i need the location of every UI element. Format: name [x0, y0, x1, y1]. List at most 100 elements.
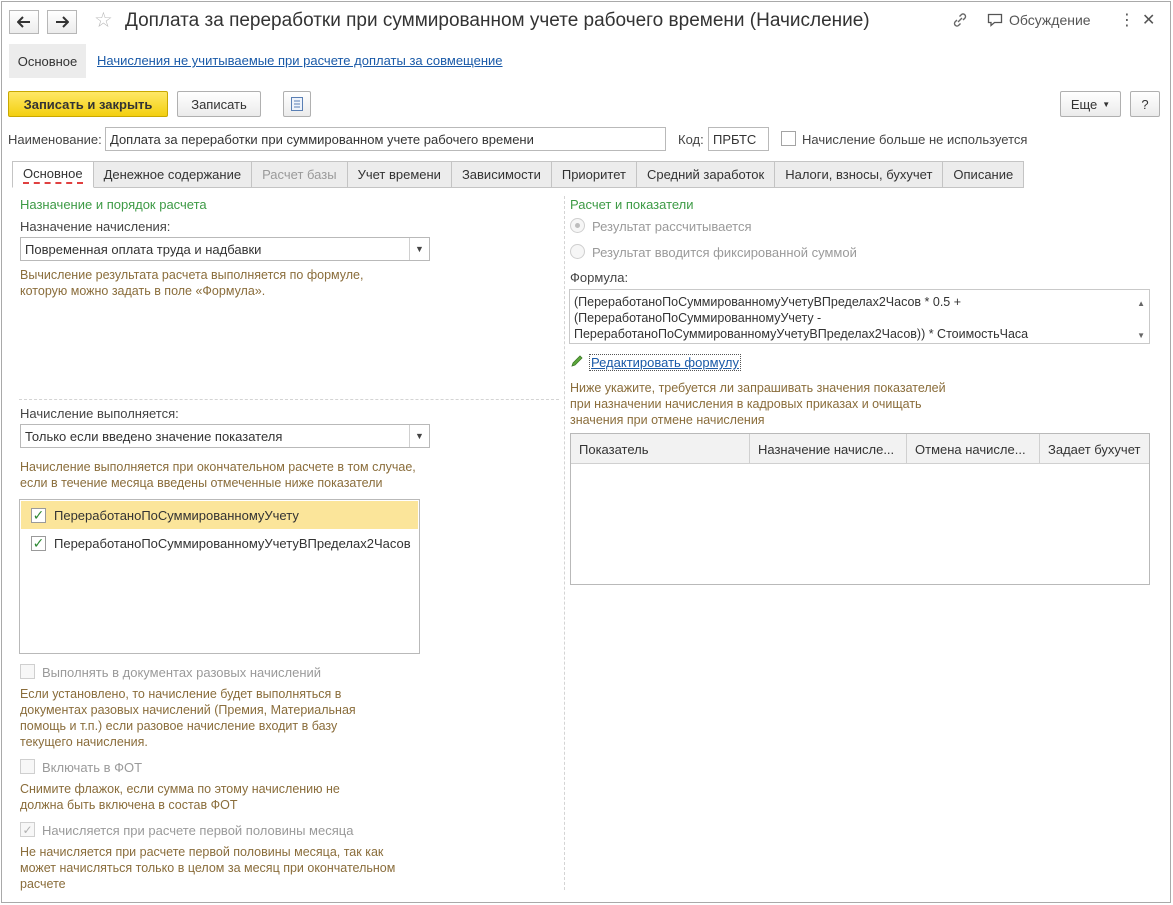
purpose-note-line: Вычисление результата расчета выполняетс…: [20, 268, 364, 282]
more-menu-button[interactable]: Еще ▼: [1060, 91, 1121, 117]
purpose-note: Вычисление результата расчета выполняетс…: [20, 267, 363, 299]
executed-note: Начисление выполняется при окончательном…: [20, 459, 416, 491]
tab-taxes[interactable]: Налоги, взносы, бухучет: [775, 161, 944, 188]
column-header-indicator[interactable]: Показатель: [571, 434, 750, 464]
radio-fixed: [570, 244, 585, 259]
executed-label: Начисление выполняется:: [20, 406, 179, 421]
document-list-icon: [291, 97, 303, 111]
executed-note-line: Начисление выполняется при окончательном…: [20, 460, 416, 474]
code-label: Код:: [678, 132, 704, 147]
dropdown-arrow-icon[interactable]: ▼: [409, 238, 429, 260]
caret-down-icon: ▼: [1102, 99, 1111, 109]
arrow-left-icon: [17, 16, 30, 28]
one-time-note-line: документах разовых начислений (Премия, М…: [20, 703, 356, 717]
tab-dependencies[interactable]: Зависимости: [451, 161, 552, 188]
speech-bubble-icon: [987, 13, 1003, 27]
close-icon[interactable]: ✕: [1142, 10, 1155, 30]
request-note: Ниже укажите, требуется ли запрашивать з…: [570, 380, 946, 428]
scroll-up-icon[interactable]: ▲: [1137, 296, 1145, 312]
link-button[interactable]: [952, 12, 968, 28]
tab-average-earnings[interactable]: Средний заработок: [636, 161, 776, 188]
formula-line: (ПереработаноПоСуммированномуУчетуВПреде…: [574, 295, 962, 309]
formula-field[interactable]: (ПереработаноПоСуммированномуУчетуВПреде…: [569, 289, 1150, 344]
not-used-label: Начисление больше не используется: [802, 132, 1028, 147]
forward-button[interactable]: [47, 10, 77, 34]
arrow-right-icon: [56, 16, 69, 28]
formula-line: ПереработаноПоСуммированномуУчетуВПредел…: [574, 327, 1029, 341]
subnav-link-not-counted[interactable]: Начисления не учитываемые при расчете до…: [97, 53, 503, 68]
code-input[interactable]: ПРБТС: [708, 127, 769, 151]
fot-label: Включать в ФОТ: [42, 760, 143, 775]
request-note-line: Ниже укажите, требуется ли запрашивать з…: [570, 381, 946, 395]
tab-main-label: Основное: [23, 166, 83, 184]
discussion-button[interactable]: Обсуждение: [987, 12, 1091, 28]
more-label: Еще: [1070, 96, 1098, 112]
section-divider: [19, 399, 559, 400]
back-button[interactable]: [9, 10, 39, 34]
fot-note-line: Снимите флажок, если сумма по этому начи…: [20, 782, 340, 796]
radio-fixed-label: Результат вводится фиксированной суммой: [592, 245, 857, 260]
tab-bar: Основное Денежное содержание Расчет базы…: [12, 161, 1025, 188]
purpose-note-line: которую можно задать в поле «Формула».: [20, 284, 266, 298]
fot-note-line: должна быть включена в состав ФОТ: [20, 798, 238, 812]
indicator-label: ПереработаноПоСуммированномуУчету: [54, 507, 299, 523]
chain-link-icon: [953, 13, 967, 27]
list-item[interactable]: ✓ ПереработаноПоСуммированномуУчету: [21, 501, 418, 529]
tab-main[interactable]: Основное: [12, 161, 94, 188]
indicators-table[interactable]: Показатель Назначение начисле... Отмена …: [570, 433, 1150, 585]
half-month-checkbox: ✓: [20, 822, 35, 837]
page-title: Доплата за переработки при суммированном…: [125, 10, 870, 31]
checkmark-icon[interactable]: ✓: [31, 535, 46, 551]
one-time-note-line: помощь и т.п.) если разовое начисление в…: [20, 719, 338, 733]
save-and-close-button[interactable]: Записать и закрыть: [8, 91, 168, 117]
formula-label: Формула:: [570, 270, 629, 285]
purpose-value: Повременная оплата труда и надбавки: [25, 241, 262, 257]
one-time-note-line: текущего начисления.: [20, 735, 148, 749]
tab-description[interactable]: Описание: [943, 161, 1025, 188]
tab-monetary[interactable]: Денежное содержание: [93, 161, 253, 188]
executed-select[interactable]: Только если введено значение показателя …: [20, 424, 430, 448]
scroll-down-icon[interactable]: ▼: [1137, 328, 1145, 344]
half-month-note-line: Не начисляется при расчете первой полови…: [20, 845, 384, 859]
checkmark-icon[interactable]: ✓: [31, 507, 46, 523]
one-time-note-line: Если установлено, то начисление будет вы…: [20, 687, 342, 701]
half-month-note-line: расчете: [20, 877, 66, 891]
radio-calculated: [570, 218, 585, 233]
name-input[interactable]: Доплата за переработки при суммированном…: [105, 127, 666, 151]
column-header-assignment[interactable]: Назначение начисле...: [750, 434, 907, 464]
half-month-note: Не начисляется при расчете первой полови…: [20, 844, 395, 892]
table-header: Показатель Назначение начисле... Отмена …: [571, 434, 1149, 464]
dropdown-arrow-icon[interactable]: ▼: [409, 425, 429, 447]
half-month-label: Начисляется при расчете первой половины …: [42, 823, 354, 838]
half-month-note-line: может начисляться только в целом за меся…: [20, 861, 396, 875]
fot-note: Снимите флажок, если сумма по этому начи…: [20, 781, 340, 813]
report-button[interactable]: [283, 91, 311, 117]
purpose-select[interactable]: Повременная оплата труда и надбавки ▼: [20, 237, 430, 261]
save-button[interactable]: Записать: [177, 91, 261, 117]
tab-base-calc: Расчет базы: [252, 161, 348, 188]
edit-formula-link[interactable]: Редактировать формулу: [589, 354, 741, 371]
executed-value: Только если введено значение показателя: [25, 428, 283, 444]
not-used-checkbox[interactable]: [781, 131, 796, 146]
pencil-icon: [570, 354, 584, 371]
one-time-checkbox: [20, 664, 35, 679]
right-section-title: Расчет и показатели: [570, 197, 694, 212]
tab-time-accounting[interactable]: Учет времени: [347, 161, 452, 188]
request-note-line: значения при отмене начисления: [570, 413, 765, 427]
subnav-main[interactable]: Основное: [9, 44, 86, 78]
tab-priority[interactable]: Приоритет: [551, 161, 637, 188]
help-button[interactable]: ?: [1130, 91, 1160, 117]
column-header-accounting[interactable]: Задает бухучет: [1040, 434, 1149, 464]
indicators-list[interactable]: ✓ ПереработаноПоСуммированномуУчету ✓ Пе…: [19, 499, 420, 654]
left-section-title: Назначение и порядок расчета: [20, 197, 207, 212]
favorite-star-icon[interactable]: ☆: [94, 8, 113, 33]
form-window: ☆ Доплата за переработки при суммированн…: [1, 1, 1171, 903]
discussion-label: Обсуждение: [1009, 12, 1091, 28]
radio-calculated-label: Результат рассчитывается: [592, 219, 752, 234]
formula-line: (ПереработаноПоСуммированномуУчету -: [574, 311, 822, 325]
column-header-cancel[interactable]: Отмена начисле...: [907, 434, 1040, 464]
list-item[interactable]: ✓ ПереработаноПоСуммированномуУчетуВПред…: [21, 529, 418, 557]
name-label: Наименование:: [8, 132, 102, 147]
purpose-label: Назначение начисления:: [20, 219, 171, 234]
more-vertical-icon[interactable]: ⋮: [1119, 10, 1135, 30]
